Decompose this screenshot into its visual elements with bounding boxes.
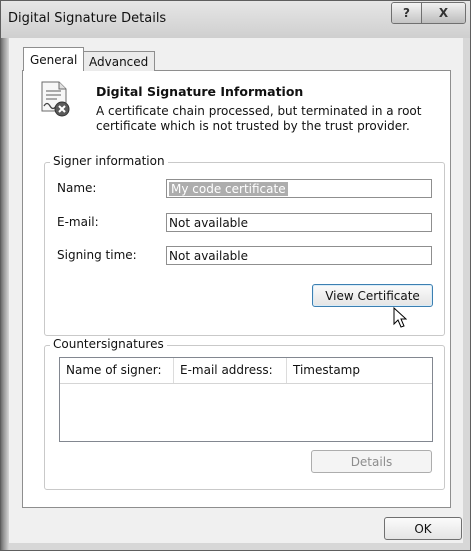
dialog-content: General Advanced Digital Signature Infor… (9, 38, 463, 543)
info-title: Digital Signature Information (96, 84, 304, 99)
tab-advanced[interactable]: Advanced (82, 51, 156, 71)
mouse-pointer-icon (393, 307, 407, 328)
tab-general[interactable]: General (23, 47, 85, 71)
signer-group-label: Signer information (50, 154, 168, 168)
email-label: E-mail: (57, 215, 99, 229)
caption-buttons: ? X (391, 2, 466, 24)
countersignatures-group-label: Countersignatures (50, 337, 167, 351)
name-value: My code certificate (169, 182, 288, 196)
dialog-window: Digital Signature Details ? X General Ad… (0, 0, 471, 551)
email-field[interactable]: Not available (166, 213, 432, 232)
signing-time-field[interactable]: Not available (166, 246, 432, 265)
window-border (1, 38, 9, 550)
view-certificate-button[interactable]: View Certificate (312, 284, 433, 307)
column-timestamp[interactable]: Timestamp (287, 358, 432, 383)
countersignatures-list[interactable]: Name of signer: E-mail address: Timestam… (59, 357, 433, 442)
certificate-error-icon (41, 81, 70, 117)
name-field[interactable]: My code certificate (166, 179, 432, 198)
ok-button[interactable]: OK (384, 517, 462, 540)
name-label: Name: (57, 181, 97, 195)
column-name-of-signer[interactable]: Name of signer: (60, 358, 174, 383)
help-button[interactable]: ? (392, 3, 422, 23)
window-title: Digital Signature Details (8, 11, 167, 26)
signing-time-label: Signing time: (57, 248, 137, 262)
list-header: Name of signer: E-mail address: Timestam… (60, 358, 432, 384)
title-bar[interactable]: Digital Signature Details ? X (1, 1, 470, 38)
column-email-address[interactable]: E-mail address: (174, 358, 287, 383)
close-button[interactable]: X (422, 3, 465, 23)
details-button[interactable]: Details (311, 450, 432, 473)
info-message: A certificate chain processed, but termi… (96, 104, 422, 133)
